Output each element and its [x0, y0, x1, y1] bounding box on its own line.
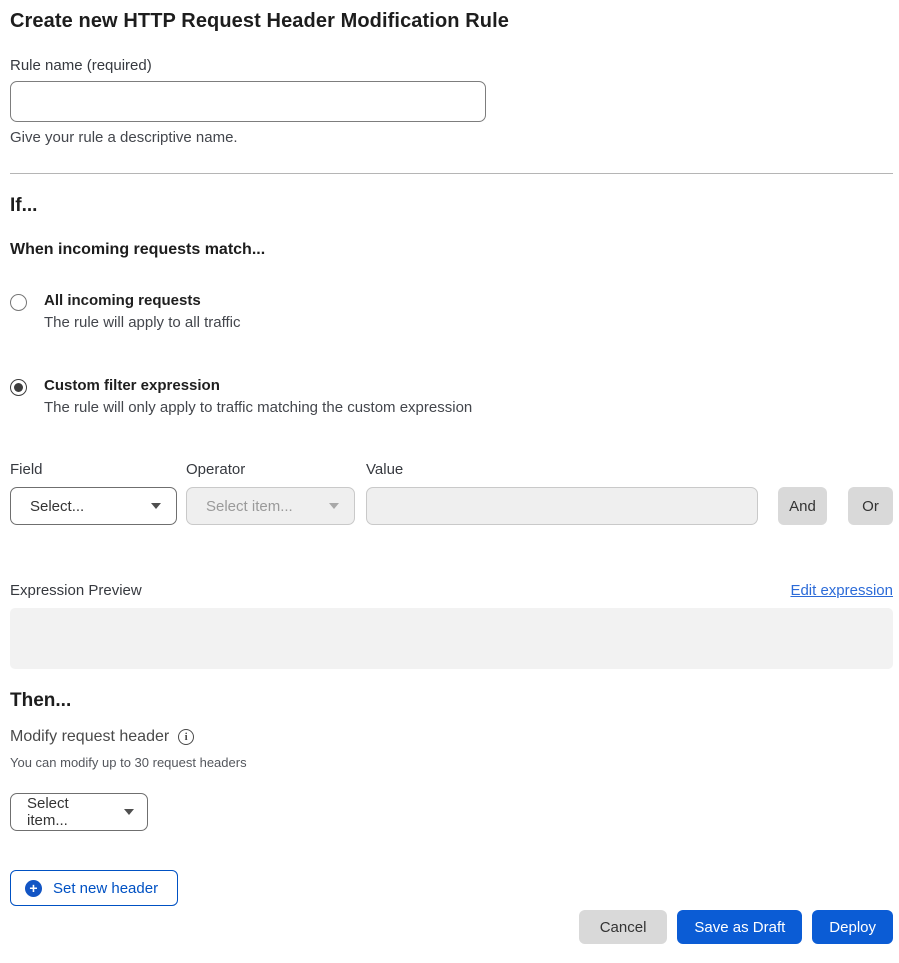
radio-option-description: The rule will apply to all traffic: [44, 314, 240, 331]
cancel-button[interactable]: Cancel: [579, 910, 668, 944]
and-button[interactable]: And: [778, 487, 827, 525]
value-label: Value: [366, 461, 758, 478]
save-as-draft-button[interactable]: Save as Draft: [677, 910, 802, 944]
filter-builder-row: Field Select... Operator Select item... …: [10, 461, 893, 525]
deploy-button[interactable]: Deploy: [812, 910, 893, 944]
value-column: Value: [366, 461, 758, 525]
operator-column: Operator Select item...: [186, 461, 355, 525]
then-heading: Then...: [10, 690, 893, 712]
chevron-down-icon: [329, 503, 339, 509]
operator-label: Operator: [186, 461, 355, 478]
plus-icon: +: [25, 880, 42, 897]
footer-actions: Cancel Save as Draft Deploy: [10, 910, 893, 944]
rule-name-helper: Give your rule a descriptive name.: [10, 129, 893, 146]
page-title: Create new HTTP Request Header Modificat…: [10, 10, 893, 33]
info-icon[interactable]: i: [178, 729, 194, 745]
section-divider: [10, 173, 893, 174]
field-select-value: Select...: [30, 498, 84, 515]
chevron-down-icon: [124, 809, 134, 815]
header-limit-helper: You can modify up to 30 request headers: [10, 755, 893, 770]
radio-option-texts: All incoming requests The rule will appl…: [44, 292, 240, 331]
set-new-header-label: Set new header: [53, 880, 158, 897]
or-button[interactable]: Or: [848, 487, 893, 525]
field-label: Field: [10, 461, 177, 478]
radio-option-custom-filter-expression[interactable]: Custom filter expression The rule will o…: [10, 377, 893, 416]
set-new-header-button[interactable]: + Set new header: [10, 870, 178, 906]
modify-header-action-row: Modify request header i: [10, 728, 893, 746]
match-subheading: When incoming requests match...: [10, 241, 893, 259]
radio-option-all-incoming-requests[interactable]: All incoming requests The rule will appl…: [10, 292, 893, 331]
radio-option-label: Custom filter expression: [44, 377, 472, 394]
radio-unselected-icon[interactable]: [10, 294, 27, 311]
radio-option-label: All incoming requests: [44, 292, 240, 309]
if-heading: If...: [10, 195, 893, 217]
field-select[interactable]: Select...: [10, 487, 177, 525]
header-action-select-value: Select item...: [27, 795, 112, 829]
expression-preview-label: Expression Preview: [10, 582, 142, 599]
radio-option-description: The rule will only apply to traffic matc…: [44, 399, 472, 416]
header-action-select[interactable]: Select item...: [10, 793, 148, 831]
operator-select: Select item...: [186, 487, 355, 525]
expression-preview-header: Expression Preview Edit expression: [10, 582, 893, 599]
create-rule-form: Create new HTTP Request Header Modificat…: [0, 0, 899, 963]
edit-expression-link[interactable]: Edit expression: [790, 582, 893, 599]
expression-preview-box: [10, 608, 893, 669]
operator-select-placeholder: Select item...: [206, 498, 293, 515]
rule-name-label: Rule name (required): [10, 57, 893, 74]
radio-selected-icon[interactable]: [10, 379, 27, 396]
modify-request-header-label: Modify request header: [10, 728, 169, 746]
value-input: [366, 487, 758, 525]
radio-option-texts: Custom filter expression The rule will o…: [44, 377, 472, 416]
field-column: Field Select...: [10, 461, 177, 525]
rule-name-input[interactable]: [10, 81, 486, 122]
chevron-down-icon: [151, 503, 161, 509]
